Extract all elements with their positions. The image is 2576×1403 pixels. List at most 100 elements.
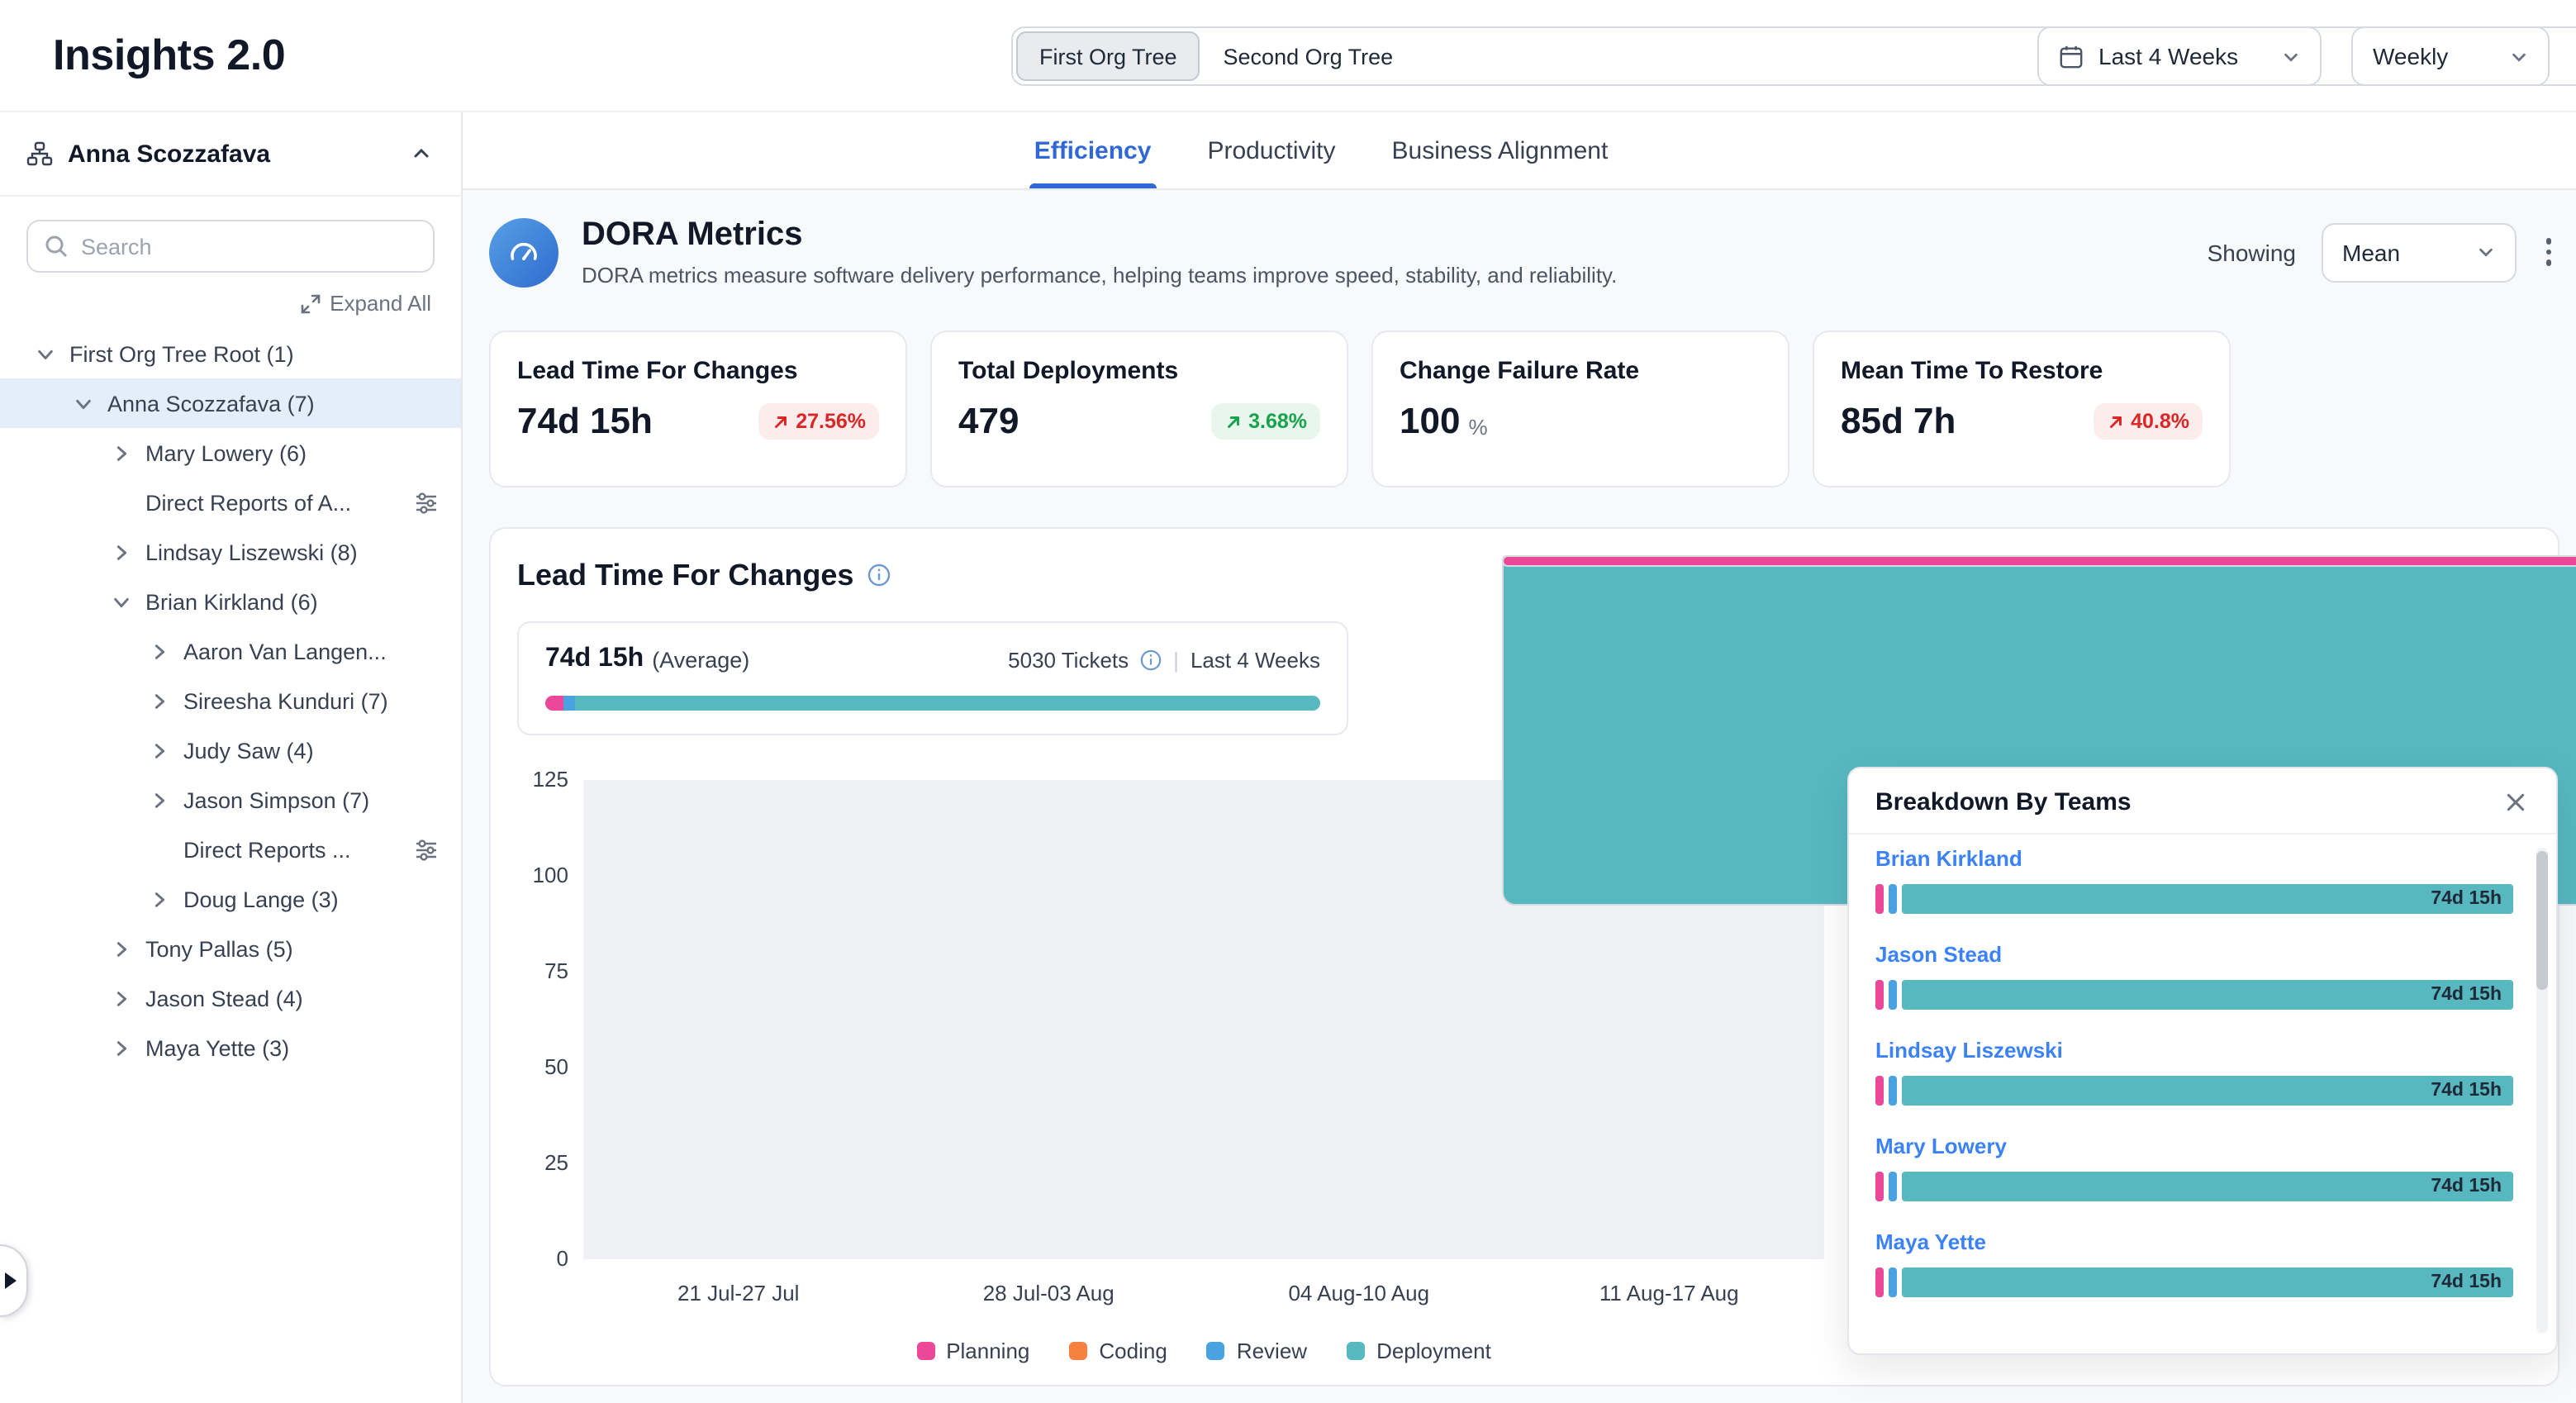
lead-time-summary: 74d 15h (Average) 5030 Tickets | Last 4 … bbox=[517, 621, 1348, 735]
bar-segment-deployment: 74d 15h bbox=[1902, 1172, 2513, 1201]
chevron-down-icon bbox=[74, 394, 107, 412]
chevron-right-icon bbox=[150, 642, 183, 660]
tree-item-brian-kirkland-6[interactable]: Brian Kirkland (6) bbox=[0, 577, 461, 626]
trend-up-icon bbox=[1224, 412, 1242, 430]
bar-segment-review bbox=[1889, 1267, 1897, 1297]
tree-item-label: Maya Yette (3) bbox=[145, 1035, 289, 1060]
metric-value: 100 bbox=[1400, 400, 1460, 443]
team-stacked-bar: 74d 15h bbox=[1875, 1076, 2513, 1106]
bar-segment-review bbox=[1889, 1172, 1897, 1201]
tree-item-label: Direct Reports of A... bbox=[145, 490, 351, 515]
plot-area bbox=[583, 780, 1824, 1259]
chevron-down-icon bbox=[112, 592, 145, 611]
tree-item-label: First Org Tree Root (1) bbox=[69, 341, 294, 366]
close-icon[interactable] bbox=[2502, 788, 2530, 816]
tree-item-direct-reports[interactable]: Direct Reports ... bbox=[0, 825, 461, 874]
y-tick-label: 0 bbox=[557, 1246, 568, 1271]
chart-legend: PlanningCodingReviewDeployment bbox=[583, 1339, 1824, 1363]
app-header: Insights 2.0 First Org TreeSecond Org Tr… bbox=[0, 0, 2576, 112]
info-icon[interactable] bbox=[867, 564, 890, 587]
bar-segment-planning bbox=[1875, 980, 1884, 1010]
team-link[interactable]: Jason Stead bbox=[1875, 942, 2002, 967]
granularity-select[interactable]: Weekly bbox=[2351, 26, 2550, 86]
y-axis: 0255075100125 bbox=[517, 780, 583, 1259]
tree-item-label: Brian Kirkland (6) bbox=[145, 589, 318, 614]
tree-item-lindsay-liszewski-8[interactable]: Lindsay Liszewski (8) bbox=[0, 527, 461, 577]
team-link[interactable]: Brian Kirkland bbox=[1875, 846, 2022, 871]
dora-description: DORA metrics measure software delivery p… bbox=[582, 263, 1617, 288]
team-link[interactable]: Lindsay Liszewski bbox=[1875, 1038, 2063, 1063]
delta-badge: 27.56% bbox=[758, 403, 879, 440]
breakdown-title: Breakdown By Teams bbox=[1875, 788, 2132, 816]
scrollbar-thumb[interactable] bbox=[2536, 851, 2548, 990]
insights-app: Insights 2.0 First Org TreeSecond Org Tr… bbox=[0, 0, 2576, 1403]
metric-unit: % bbox=[1468, 415, 1487, 440]
delta-value: 27.56% bbox=[796, 410, 866, 433]
tree-item-mary-lowery-6[interactable]: Mary Lowery (6) bbox=[0, 428, 461, 478]
y-tick-label: 50 bbox=[544, 1054, 568, 1079]
delta-value: 40.8% bbox=[2131, 410, 2189, 433]
team-value: 74d 15h bbox=[2431, 1272, 2502, 1292]
caret-right-icon bbox=[5, 1272, 17, 1289]
tree-item-direct-reports-of-a[interactable]: Direct Reports of A... bbox=[0, 478, 461, 527]
tab-business-alignment[interactable]: Business Alignment bbox=[1392, 112, 1609, 188]
dora-menu-button[interactable] bbox=[2540, 234, 2556, 271]
search-input[interactable] bbox=[81, 234, 416, 259]
summary-range: Last 4 Weeks bbox=[1191, 647, 1320, 672]
tab-productivity[interactable]: Productivity bbox=[1207, 112, 1335, 188]
legend-swatch bbox=[1347, 1342, 1365, 1360]
expand-all-button[interactable]: Expand All bbox=[30, 291, 431, 316]
sidebar-search bbox=[26, 220, 435, 273]
dora-text: DORA Metrics DORA metrics measure softwa… bbox=[582, 216, 1617, 288]
tree-item-maya-yette-3[interactable]: Maya Yette (3) bbox=[0, 1023, 461, 1072]
chevron-right-icon bbox=[112, 1039, 145, 1057]
team-link[interactable]: Mary Lowery bbox=[1875, 1134, 2007, 1158]
x-tick-label: 28 Jul-03 Aug bbox=[894, 1281, 1205, 1306]
org-tree-toggle-first-org-tree[interactable]: First Org Tree bbox=[1016, 31, 1200, 81]
legend-swatch bbox=[1069, 1342, 1087, 1360]
metric-value: 85d 7h bbox=[1841, 400, 1956, 443]
filter-sliders-icon[interactable] bbox=[415, 839, 438, 860]
info-icon[interactable] bbox=[1140, 649, 1162, 670]
tree-item-judy-saw-4[interactable]: Judy Saw (4) bbox=[0, 725, 461, 775]
tab-efficiency[interactable]: Efficiency bbox=[1034, 112, 1152, 188]
tree-item-label: Tony Pallas (5) bbox=[145, 936, 293, 961]
sidebar-collapse-button[interactable] bbox=[411, 144, 431, 164]
breakdown-rows: Brian Kirkland 74d 15h Jason Stead 74d 15h L… bbox=[1849, 835, 2556, 1297]
tree-item-tony-pallas-5[interactable]: Tony Pallas (5) bbox=[0, 924, 461, 973]
tree-item-label: Anna Scozzafava (7) bbox=[107, 391, 315, 416]
tickets-count: 5030 Tickets bbox=[1008, 647, 1129, 672]
tree-item-doug-lange-3[interactable]: Doug Lange (3) bbox=[0, 874, 461, 924]
y-tick-label: 125 bbox=[533, 767, 568, 792]
metric-title: Mean Time To Restore bbox=[1841, 357, 2203, 385]
trend-up-icon bbox=[771, 412, 789, 430]
x-tick-label: 11 Aug-17 Aug bbox=[1514, 1281, 1825, 1306]
team-stacked-bar: 74d 15h bbox=[1875, 1267, 2513, 1297]
tree-item-label: Jason Simpson (7) bbox=[183, 787, 369, 812]
legend-item-deployment: Deployment bbox=[1347, 1339, 1491, 1363]
bar-segment-deployment: 74d 15h bbox=[1902, 980, 2513, 1010]
main-area: Efficiency Productivity Business Alignment… bbox=[463, 112, 2576, 1403]
dora-title: DORA Metrics bbox=[582, 216, 1617, 254]
tree-item-jason-stead-4[interactable]: Jason Stead (4) bbox=[0, 973, 461, 1023]
aggregation-select[interactable]: Mean bbox=[2321, 222, 2516, 282]
org-tree-sidebar: Anna Scozzafava Expand All First Org Tre… bbox=[0, 112, 463, 1403]
legend-item-coding: Coding bbox=[1069, 1339, 1167, 1363]
main-tabs: Efficiency Productivity Business Alignment bbox=[463, 112, 2576, 190]
org-tree-toggle-second-org-tree[interactable]: Second Org Tree bbox=[1200, 31, 1417, 81]
delta-value: 3.68% bbox=[1248, 410, 1307, 433]
tree-item-first-org-tree-root-1[interactable]: First Org Tree Root (1) bbox=[0, 329, 461, 378]
team-value: 74d 15h bbox=[2431, 1177, 2502, 1196]
tree-item-anna-scozzafava-7[interactable]: Anna Scozzafava (7) bbox=[0, 378, 461, 428]
bar-segment-planning bbox=[1875, 1076, 1884, 1106]
tree-item-aaron-van-langen[interactable]: Aaron Van Langen... bbox=[0, 626, 461, 676]
lead-time-card: Lead Time For Changes View Breakdown bbox=[489, 527, 2559, 1386]
team-link[interactable]: Maya Yette bbox=[1875, 1229, 1986, 1254]
date-range-select[interactable]: Last 4 Weeks bbox=[2037, 26, 2322, 86]
tree-item-sireesha-kunduri-7[interactable]: Sireesha Kunduri (7) bbox=[0, 676, 461, 725]
filter-sliders-icon[interactable] bbox=[415, 492, 438, 513]
dora-header: DORA Metrics DORA metrics measure softwa… bbox=[489, 216, 2559, 288]
dora-gauge-icon bbox=[489, 217, 558, 287]
chevron-right-icon bbox=[112, 444, 145, 462]
tree-item-jason-simpson-7[interactable]: Jason Simpson (7) bbox=[0, 775, 461, 825]
